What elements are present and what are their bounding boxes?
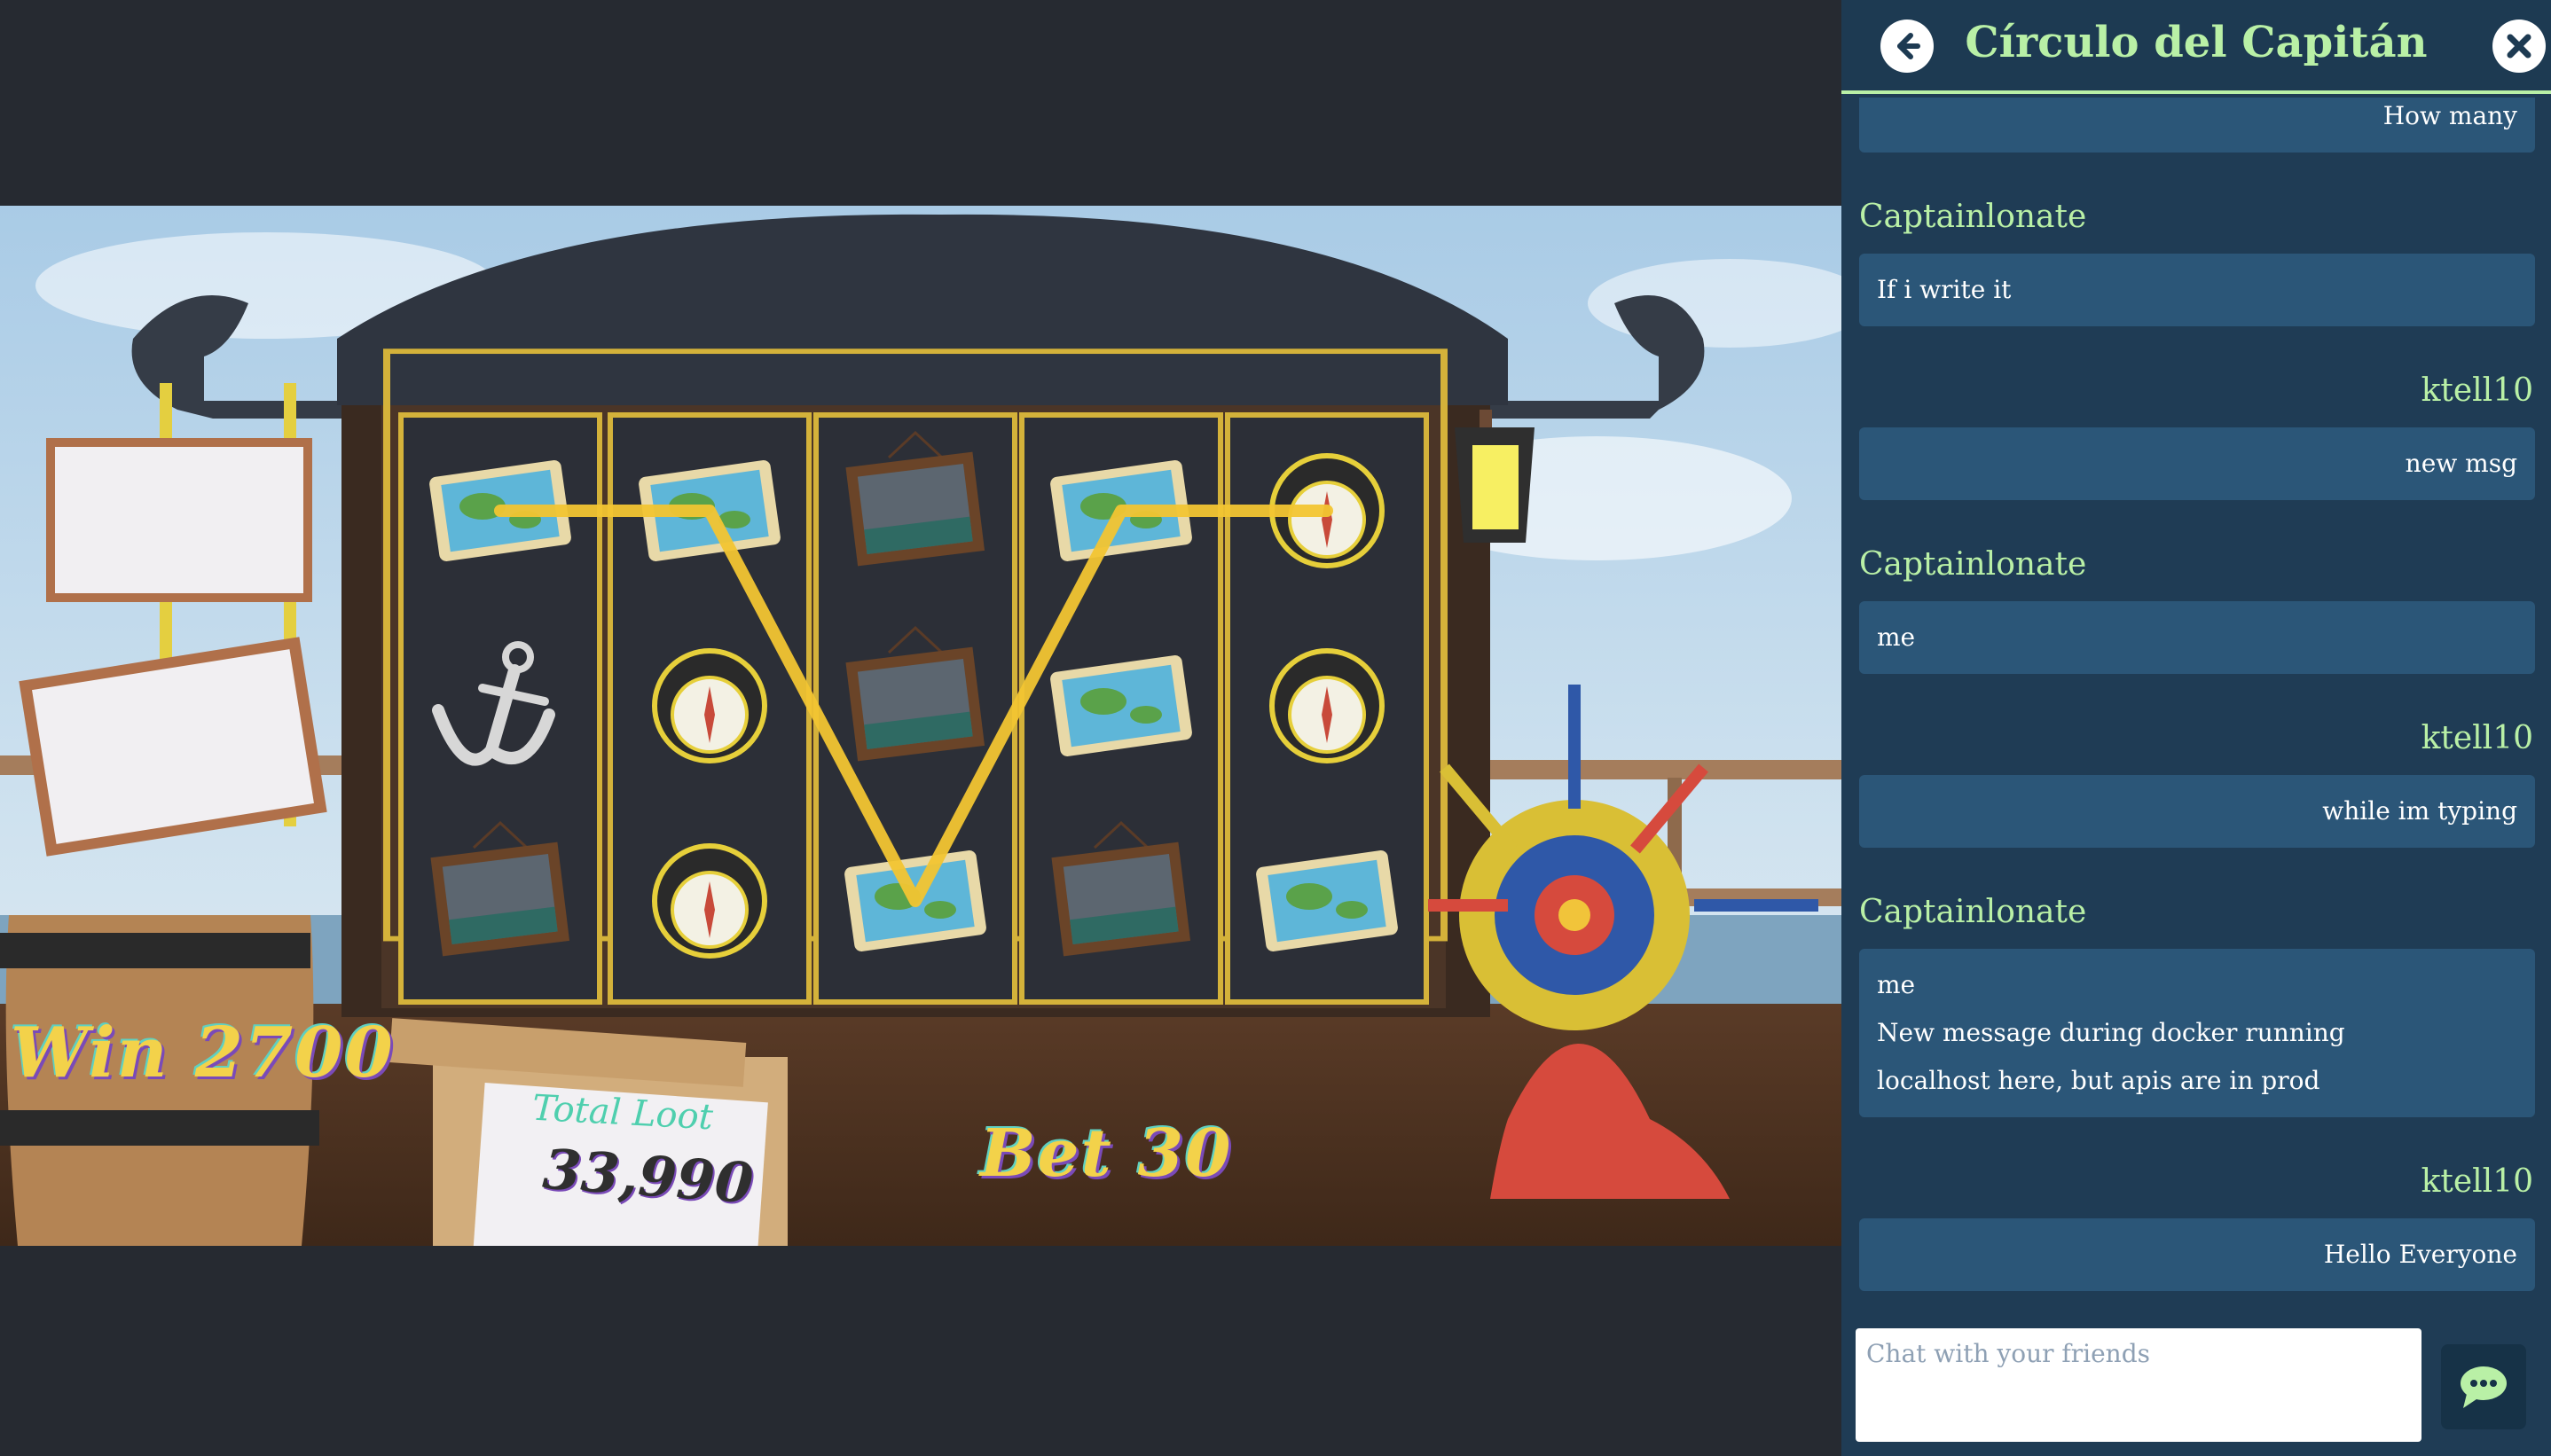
message-bubble: If i write it <box>1859 254 2535 326</box>
close-icon <box>2507 34 2531 59</box>
compass-icon <box>652 648 767 763</box>
message-text: me <box>1877 970 1916 999</box>
message-sender: ktell10 <box>2421 720 2533 756</box>
chat-panel: Círculo del Capitán How many Captainlonat… <box>1841 0 2551 1456</box>
chat-message-list[interactable]: How many Captainlonate If i write it ktell1… <box>1841 98 2551 1312</box>
chat-input-bar <box>1841 1312 2551 1456</box>
compass-icon <box>1269 648 1385 763</box>
compass-icon <box>652 843 767 959</box>
message-bubble: How many <box>1859 98 2535 153</box>
message-text: new msg <box>2405 449 2517 478</box>
message-text: localhost here, but apis are in prod <box>1877 1066 2320 1095</box>
message-bubble: Hello Everyone <box>1859 1218 2535 1291</box>
send-button[interactable] <box>2441 1344 2526 1429</box>
chat-header: Círculo del Capitán <box>1841 0 2551 94</box>
message-sender: ktell10 <box>2421 372 2533 409</box>
message-bubble: new msg <box>1859 427 2535 500</box>
message-bubble: while im typing <box>1859 775 2535 848</box>
message-sender: ktell10 <box>2421 1163 2533 1200</box>
message-sender: Captainlonate <box>1859 894 2087 930</box>
win-amount: Win 2700 <box>11 1013 395 1093</box>
message-text: If i write it <box>1877 275 2012 304</box>
message-text: me <box>1877 622 1916 652</box>
message-bubble: me <box>1859 601 2535 674</box>
message-text: Hello Everyone <box>2323 1240 2517 1269</box>
bet-amount[interactable]: Bet 30 <box>980 1115 1233 1192</box>
message-sender: Captainlonate <box>1859 546 2087 583</box>
message-sender: Captainlonate <box>1859 199 2087 235</box>
message-text: while im typing <box>2322 796 2517 826</box>
message-text: New message during docker running <box>1877 1018 2345 1047</box>
close-button[interactable] <box>2492 20 2546 73</box>
message-bubble: me New message during docker running local… <box>1859 949 2535 1117</box>
game-area: Win 2700 Total Loot 33,990 Bet 30 <box>0 0 1841 1456</box>
chat-input[interactable] <box>1856 1328 2421 1442</box>
chat-bubble-icon <box>2461 1366 2507 1408</box>
message-text: How many <box>2382 101 2517 130</box>
chat-title: Círculo del Capitán <box>1965 18 2428 67</box>
